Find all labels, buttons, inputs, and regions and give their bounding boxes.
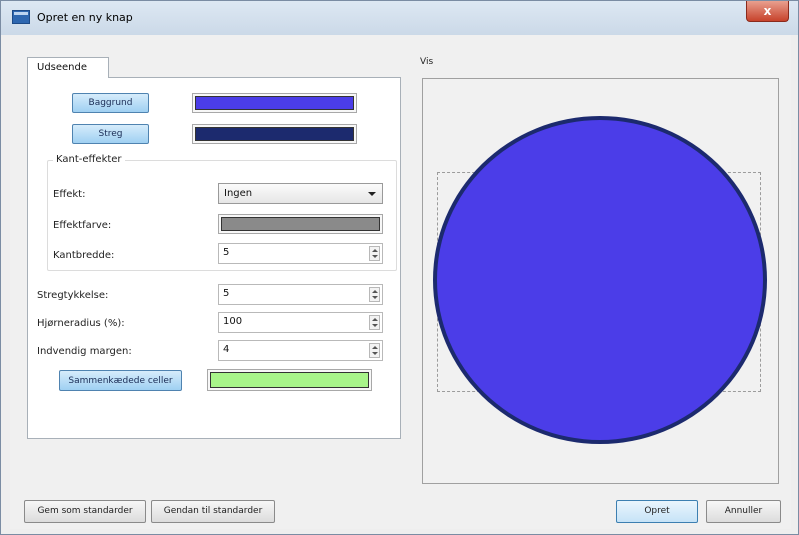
merged-cells-button[interactable]: Sammenkædede celler: [59, 370, 182, 391]
merged-cells-color-fill: [210, 372, 369, 388]
stroke-color-swatch[interactable]: [192, 124, 357, 144]
effect-label: Effekt:: [53, 189, 86, 200]
merged-cells-color-swatch[interactable]: [207, 369, 372, 391]
effect-selected-value: Ingen: [224, 188, 253, 199]
preview-label: Vis: [420, 57, 434, 67]
effect-color-fill: [221, 217, 380, 231]
spin-arrows-icon[interactable]: [369, 287, 380, 302]
effect-color-swatch[interactable]: [218, 214, 383, 234]
inner-margin-label: Indvendig margen:: [37, 346, 132, 357]
effect-color-label: Effektfarve:: [53, 220, 112, 231]
corner-radius-value: 100: [223, 316, 243, 327]
edge-width-value: 5: [223, 247, 230, 258]
edge-width-input[interactable]: 5: [218, 243, 383, 264]
background-color-swatch[interactable]: [192, 93, 357, 113]
background-color-fill: [195, 96, 354, 110]
background-button[interactable]: Baggrund: [72, 93, 149, 113]
close-button[interactable]: x: [746, 1, 789, 22]
cancel-button[interactable]: Annuller: [706, 500, 781, 523]
tab-udseende[interactable]: Udseende: [27, 57, 109, 78]
dialog-window: Opret en ny knap x Udseende Baggrund Str…: [0, 0, 799, 535]
stroke-thickness-input[interactable]: 5: [218, 284, 383, 305]
corner-radius-input[interactable]: 100: [218, 312, 383, 333]
stroke-thickness-value: 5: [223, 288, 230, 299]
preview-panel: [422, 78, 779, 484]
inner-margin-input[interactable]: 4: [218, 340, 383, 361]
spin-arrows-icon[interactable]: [369, 343, 380, 358]
save-as-default-button[interactable]: Gem som standarder: [24, 500, 146, 523]
stroke-button[interactable]: Streg: [72, 124, 149, 144]
edge-effects-title: Kant-effekter: [53, 154, 125, 165]
spin-arrows-icon[interactable]: [369, 315, 380, 330]
edge-width-label: Kantbredde:: [53, 250, 115, 261]
restore-defaults-button[interactable]: Gendan til standarder: [151, 500, 275, 523]
corner-radius-label: Hjørneradius (%):: [37, 318, 125, 329]
spin-arrows-icon[interactable]: [369, 246, 380, 261]
create-button[interactable]: Opret: [616, 500, 698, 523]
app-window-icon: [12, 10, 30, 24]
effect-dropdown[interactable]: Ingen: [218, 183, 383, 204]
title-bar[interactable]: Opret en ny knap x: [1, 1, 798, 35]
preview-button-shape: [433, 116, 767, 444]
chevron-down-icon: [368, 192, 376, 196]
stroke-color-fill: [195, 127, 354, 141]
inner-margin-value: 4: [223, 344, 230, 355]
appearance-panel: Baggrund Streg Kant-effekter Effekt: Ing…: [27, 77, 401, 439]
dialog-client-area: Udseende Baggrund Streg Kant-effekter Ef…: [10, 35, 791, 529]
window-title: Opret en ny knap: [37, 11, 133, 24]
stroke-thickness-label: Stregtykkelse:: [37, 290, 109, 301]
close-icon: x: [763, 4, 772, 18]
